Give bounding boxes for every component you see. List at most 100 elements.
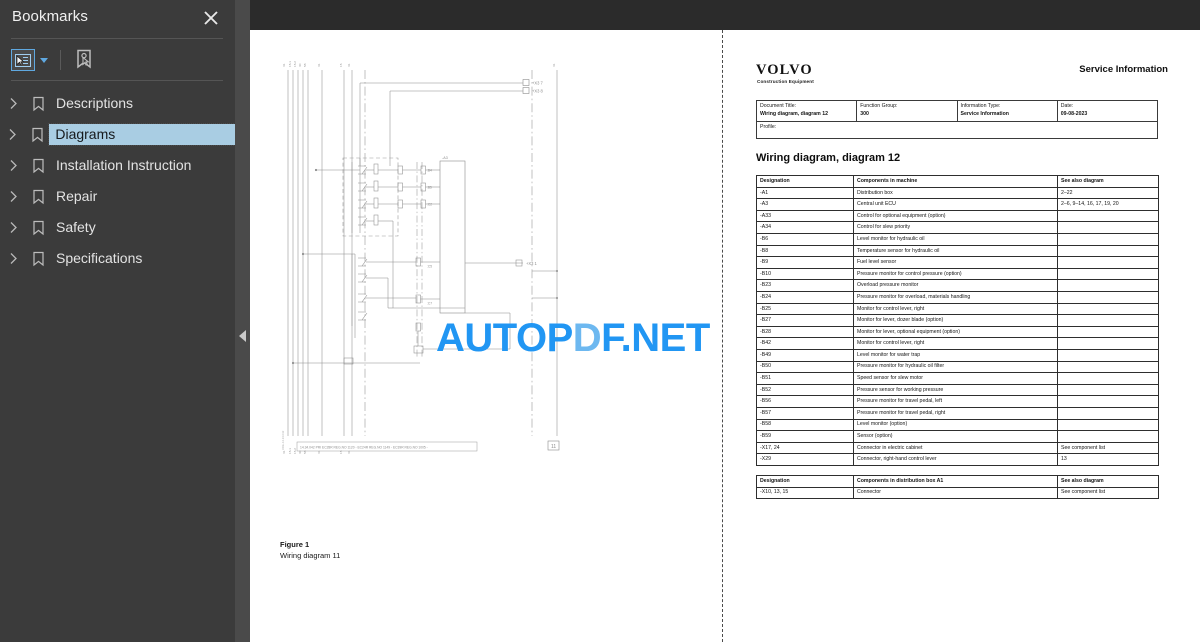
bookmark-icon [26, 189, 50, 205]
meta-value: 300 [860, 110, 869, 117]
meta-cell-date: Date: 09-08-2023 [1056, 99, 1159, 123]
chevron-right-icon[interactable] [0, 221, 26, 234]
column-header: Components in machine [853, 175, 1058, 188]
svg-text:31: 31 [347, 63, 351, 67]
table-cell [1057, 395, 1159, 408]
table-cell: Fuel level sensor [853, 256, 1058, 269]
sidebar-item-safety[interactable]: Safety [0, 212, 235, 243]
wiring-diagram-schematic: +X3 7 +X3 8 -A3:B4:B5:C2:C5:C7 +X3 … [280, 58, 580, 463]
table-cell: -A3 [756, 198, 854, 211]
svg-text::B4: :B4 [427, 169, 432, 173]
sidebar-item-specifications[interactable]: Specifications [0, 243, 235, 274]
table-cell [1057, 337, 1159, 350]
table-cell: Pressure monitor for overload, materials… [853, 291, 1058, 304]
meta-cell-function-group: Function Group: 300 [856, 99, 958, 123]
table-cell: Pressure monitor for control pressure (o… [853, 267, 1058, 281]
svg-text::C2: :C2 [427, 203, 432, 207]
divider [11, 38, 223, 39]
table-row: -B25 Monitor for control lever, right [756, 302, 1159, 316]
table-cell: 13 [1057, 453, 1159, 466]
table-row: -B10 Pressure monitor for control pressur… [756, 267, 1159, 281]
chevron-right-icon[interactable] [0, 128, 26, 141]
table-cell: Control for optional equipment (option) [853, 209, 1058, 223]
svg-text:31: 31 [552, 63, 556, 67]
table-cell: Overload pressure monitor [853, 279, 1058, 292]
page-title: Wiring diagram, diagram 12 [756, 152, 901, 165]
table-row: -B24 Pressure monitor for overload, mater… [756, 291, 1159, 304]
svg-text::B5: :B5 [427, 186, 432, 190]
table-cell: Sensor (option) [853, 430, 1058, 443]
column-header: See also diagram [1057, 175, 1159, 188]
volvo-logo: VOLVO [756, 62, 813, 78]
divider [60, 50, 61, 70]
table-cell [1057, 279, 1159, 292]
meta-label: Function Group: [860, 103, 898, 109]
table-cell: Temperature sensor for hydraulic oil [853, 244, 1058, 258]
table-cell: -B25 [756, 302, 854, 316]
svg-text::C7: :C7 [427, 302, 432, 306]
table-cell: Monitor for control lever, right [853, 302, 1058, 316]
sidebar-item-descriptions[interactable]: Descriptions [0, 88, 235, 119]
components-in-machine-table: Designation Components in machine See also… [756, 175, 1159, 466]
table-cell: Pressure monitor for travel pedal, left [853, 395, 1058, 408]
bookmark-icon [26, 127, 50, 143]
collapse-panel-button[interactable] [235, 0, 250, 642]
bookmark-options-button[interactable] [11, 46, 48, 74]
svg-text:VOE-14.34.042: VOE-14.34.042 [281, 430, 285, 450]
table-cell: 2–22 [1057, 186, 1159, 200]
svg-text:+X3 7: +X3 7 [532, 81, 544, 86]
table-cell [1057, 372, 1159, 385]
sidebar-item-diagrams[interactable]: Diagrams [0, 119, 236, 150]
meta-label: Information Type: [960, 103, 1001, 109]
table-header-row: Designation Components in distribution bo… [756, 474, 1159, 488]
table-cell [1057, 406, 1159, 420]
diagram-title-block: 14.34.042 PRI EC28R REG.NO 1120 - EC24R … [300, 445, 428, 449]
meta-cell-document-title: Document Title: Wiring diagram, diagram … [755, 99, 858, 123]
document-meta-table: Document Title: Wiring diagram, diagram … [755, 99, 1159, 140]
watermark-part-2: D [572, 316, 602, 360]
table-cell [1057, 291, 1159, 304]
table-cell: -A1 [756, 186, 854, 200]
table-row: -X29 Connector, right-hand control lever 1… [756, 453, 1159, 466]
table-cell: -B27 [756, 314, 854, 327]
bookmark-icon [26, 96, 50, 112]
components-in-distribution-box-table: Designation Components in distribution bo… [756, 474, 1159, 500]
document-header: VOLVO Construction Equipment Service Inf… [756, 62, 1168, 94]
table-cell: -B59 [756, 430, 854, 443]
table-cell: Monitor for lever, optional equipment (o… [853, 325, 1058, 339]
close-icon[interactable] [201, 8, 221, 28]
table-cell [1057, 418, 1159, 432]
chevron-right-icon[interactable] [0, 190, 26, 203]
chevron-right-icon[interactable] [0, 97, 26, 110]
table-row: Profile: [756, 121, 1158, 140]
table-row: Document Title: Wiring diagram, diagram … [755, 99, 1159, 123]
table-cell: -X10, 13, 15 [756, 486, 854, 500]
table-row: -B59 Sensor (option) [756, 430, 1159, 443]
volvo-logo-subtitle: Construction Equipment [757, 79, 814, 84]
chevron-down-icon[interactable] [40, 57, 48, 63]
sidebar-item-installation-instruction[interactable]: Installation Instruction [0, 150, 235, 181]
bookmarks-panel-title: Bookmarks [12, 8, 88, 25]
table-cell [1057, 233, 1159, 246]
table-cell: Distribution box [853, 186, 1058, 200]
svg-text:+X3 8: +X3 8 [532, 89, 544, 94]
table-cell: Control for slew priority [853, 221, 1058, 235]
table-cell: -B57 [756, 406, 854, 420]
chevron-right-icon[interactable] [0, 159, 26, 172]
chevron-right-icon[interactable] [0, 252, 26, 265]
table-cell [1057, 430, 1159, 443]
table-cell: -B51 [756, 372, 854, 385]
service-information-label: Service Information [1079, 64, 1168, 75]
new-bookmark-button[interactable] [73, 46, 97, 74]
table-cell [1057, 209, 1159, 223]
table-cell: Level monitor for water trap [853, 348, 1058, 362]
table-cell: -B58 [756, 418, 854, 432]
table-cell: Connector, right-hand control lever [853, 453, 1058, 466]
table-cell: -B49 [756, 348, 854, 362]
document-viewer: +X3 7 +X3 8 -A3:B4:B5:C2:C5:C7 +X3 … [250, 0, 1200, 642]
sidebar-item-repair[interactable]: Repair [0, 181, 235, 212]
table-cell: Connector in electric cabinet [853, 441, 1058, 455]
table-cell: -B8 [756, 244, 854, 258]
sidebar-item-label: Descriptions [56, 95, 134, 111]
table-row: -B28 Monitor for lever, optional equipmen… [756, 325, 1159, 339]
